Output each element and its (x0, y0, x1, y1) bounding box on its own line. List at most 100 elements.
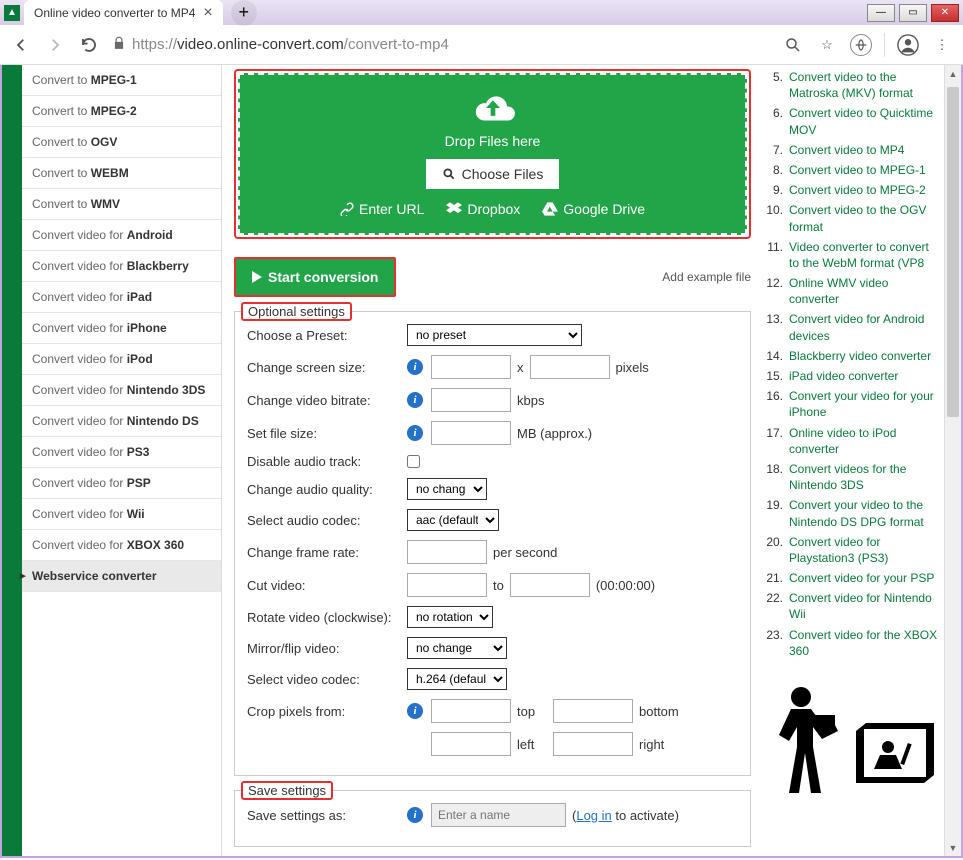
extension-icon[interactable] (850, 34, 872, 56)
info-icon[interactable]: i (407, 425, 423, 441)
sidebar-item[interactable]: Convert video for Nintendo DS (22, 406, 221, 437)
start-conversion-button[interactable]: Start conversion (234, 257, 396, 297)
titlebar: ▲ Online video converter to MP4 × + — ▭ … (0, 0, 963, 25)
sidebar-item[interactable]: Convert video for Wii (22, 499, 221, 530)
sidebar-item[interactable]: Convert to MPEG-1 (22, 65, 221, 96)
reload-button[interactable] (78, 34, 100, 56)
bookmark-icon[interactable]: ☆ (816, 34, 838, 56)
related-link-item[interactable]: 17.Online video to iPod converter (761, 425, 940, 457)
address-bar: https://video.online-convert.com/convert… (0, 25, 963, 65)
video-codec-select[interactable]: h.264 (default) (407, 668, 507, 690)
sidebar-item[interactable]: Convert video for PSP (22, 468, 221, 499)
scroll-up-icon[interactable]: ▲ (945, 65, 961, 82)
sidebar-item-webservice[interactable]: Webservice converter (22, 561, 221, 592)
optional-settings-fieldset: Optional settings Choose a Preset: no pr… (234, 311, 751, 776)
sidebar-item[interactable]: Convert to WMV (22, 189, 221, 220)
close-window-button[interactable]: ✕ (931, 4, 959, 22)
sidebar-item[interactable]: Convert to OGV (22, 127, 221, 158)
screen-width-input[interactable] (431, 355, 511, 379)
sidebar-item[interactable]: Convert video for PS3 (22, 437, 221, 468)
filesize-input[interactable] (431, 421, 511, 445)
google-drive-link[interactable]: Google Drive (542, 201, 645, 217)
choose-files-button[interactable]: Choose Files (426, 159, 560, 189)
enter-url-link[interactable]: Enter URL (340, 201, 424, 217)
scroll-down-icon[interactable]: ▼ (945, 839, 961, 856)
browser-tab[interactable]: Online video converter to MP4 × (24, 0, 223, 26)
related-links: 5.Convert video to the Matroska (MKV) fo… (759, 65, 944, 856)
audio-codec-label: Select audio codec: (247, 513, 407, 528)
disable-audio-checkbox[interactable] (407, 455, 420, 468)
related-link-item[interactable]: 23.Convert video for the XBOX 360 (761, 627, 940, 659)
sidebar-item[interactable]: Convert video for Android (22, 220, 221, 251)
related-link-item[interactable]: 7.Convert video to MP4 (761, 142, 940, 158)
zoom-icon[interactable] (782, 34, 804, 56)
menu-icon[interactable]: ⋮ (931, 34, 953, 56)
sidebar-item[interactable]: Convert video for iPhone (22, 313, 221, 344)
sidebar-item[interactable]: Convert video for Nintendo 3DS (22, 375, 221, 406)
info-icon[interactable]: i (407, 807, 423, 823)
related-link-item[interactable]: 9.Convert video to MPEG-2 (761, 182, 940, 198)
url-box[interactable]: https://video.online-convert.com/convert… (112, 36, 770, 54)
sidebar-item[interactable]: Convert video for Blackberry (22, 251, 221, 282)
back-button[interactable] (10, 34, 32, 56)
crop-top-input[interactable] (431, 699, 511, 723)
cut-video-label: Cut video: (247, 578, 407, 593)
cut-from-input[interactable] (407, 573, 487, 597)
info-icon[interactable]: i (407, 359, 423, 375)
related-link-item[interactable]: 20.Convert video for Playstation3 (PS3) (761, 534, 940, 566)
sidebar-item[interactable]: Convert video for XBOX 360 (22, 530, 221, 561)
close-tab-icon[interactable]: × (203, 4, 212, 22)
related-link-item[interactable]: 8.Convert video to MPEG-1 (761, 162, 940, 178)
crop-left-input[interactable] (431, 732, 511, 756)
crop-bottom-input[interactable] (553, 699, 633, 723)
related-link-item[interactable]: 22.Convert video for Nintendo Wii (761, 590, 940, 622)
related-link-item[interactable]: 10.Convert video to the OGV format (761, 202, 940, 234)
scroll-thumb[interactable] (947, 87, 959, 417)
forward-button[interactable] (44, 34, 66, 56)
related-link-item[interactable]: 15.iPad video converter (761, 368, 940, 384)
info-icon[interactable]: i (407, 392, 423, 408)
related-link-item[interactable]: 11.Video converter to convert to the Web… (761, 239, 940, 271)
dropzone[interactable]: Drop Files here Choose Files Enter URL D… (234, 69, 751, 239)
dropbox-link[interactable]: Dropbox (446, 201, 520, 217)
related-link-item[interactable]: 18.Convert videos for the Nintendo 3DS (761, 461, 940, 493)
framerate-input[interactable] (407, 540, 487, 564)
related-link-item[interactable]: 21.Convert video for your PSP (761, 570, 940, 586)
mirror-select[interactable]: no change (407, 637, 507, 659)
profile-icon[interactable] (897, 34, 919, 56)
audio-quality-select[interactable]: no change (407, 478, 487, 500)
preset-label: Choose a Preset: (247, 328, 407, 343)
left-green-bar (2, 65, 22, 856)
sidebar-item[interactable]: Convert to WEBM (22, 158, 221, 189)
save-settings-fieldset: Save settings Save settings as: i (Log i… (234, 790, 751, 847)
related-link-item[interactable]: 5.Convert video to the Matroska (MKV) fo… (761, 69, 940, 101)
add-example-file-link[interactable]: Add example file (662, 270, 751, 284)
sidebar-item[interactable]: Convert video for iPod (22, 344, 221, 375)
sidebar-item[interactable]: Convert to MPEG-2 (22, 96, 221, 127)
login-link[interactable]: Log in (576, 808, 611, 823)
disable-audio-label: Disable audio track: (247, 454, 407, 469)
rotate-select[interactable]: no rotation (407, 606, 493, 628)
bitrate-input[interactable] (431, 388, 511, 412)
sidebar-item[interactable]: Convert video for iPad (22, 282, 221, 313)
related-link-item[interactable]: 13.Convert video for Android devices (761, 311, 940, 343)
related-link-item[interactable]: 12.Online WMV video converter (761, 275, 940, 307)
related-link-item[interactable]: 19.Convert your video to the Nintendo DS… (761, 497, 940, 529)
minimize-button[interactable]: — (867, 4, 895, 22)
info-icon[interactable]: i (407, 703, 423, 719)
crop-label: Crop pixels from: (247, 704, 407, 719)
related-link-item[interactable]: 16.Convert your video for your iPhone (761, 388, 940, 420)
maximize-button[interactable]: ▭ (899, 4, 927, 22)
audio-codec-select[interactable]: aac (default) (407, 509, 499, 531)
crop-right-input[interactable] (553, 732, 633, 756)
upload-cloud-icon (468, 89, 518, 127)
preset-select[interactable]: no preset (407, 324, 582, 346)
screen-height-input[interactable] (530, 355, 610, 379)
scrollbar[interactable]: ▲ ▼ (944, 65, 961, 856)
related-link-item[interactable]: 14.Blackberry video converter (761, 348, 940, 364)
save-name-input[interactable] (431, 803, 566, 827)
related-link-item[interactable]: 6.Convert video to Quicktime MOV (761, 105, 940, 137)
framerate-label: Change frame rate: (247, 545, 407, 560)
cut-to-input[interactable] (510, 573, 590, 597)
new-tab-button[interactable]: + (231, 0, 257, 26)
